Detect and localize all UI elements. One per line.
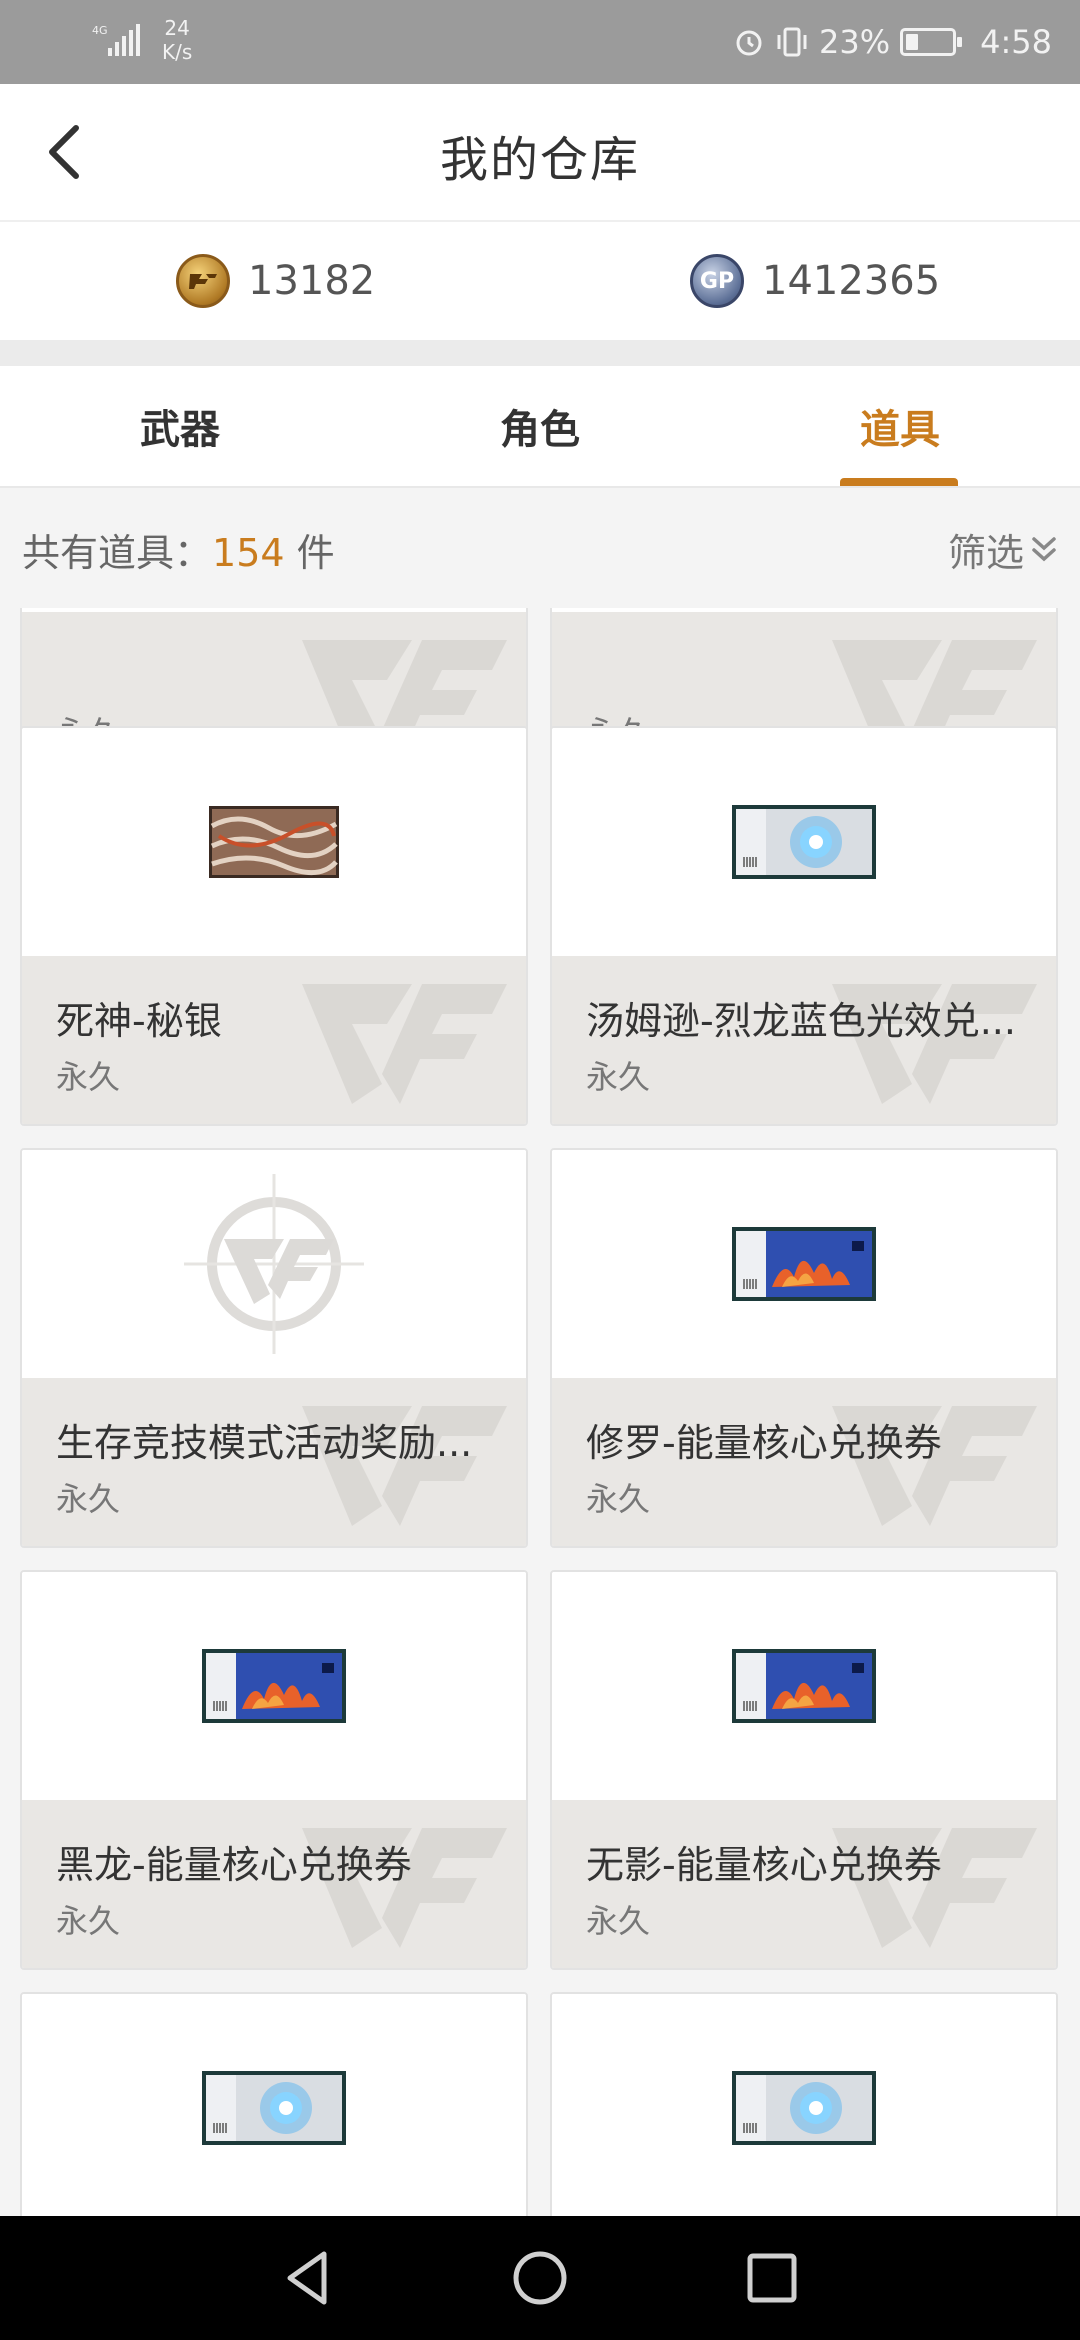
tab-characters[interactable]: 角色 <box>360 366 720 486</box>
ticket-flame-icon <box>732 1649 876 1723</box>
item-card[interactable]: 死神-秘银 永久 <box>20 726 528 1126</box>
system-nav-bar <box>0 2216 1080 2340</box>
gp-coin-icon: GP <box>690 254 744 308</box>
item-name: 黑龙-能量核心兑换券 <box>56 1843 412 1887</box>
status-bar: 4G 24 K/s 23% 4:58 <box>0 0 1080 84</box>
network-speed: 24 K/s <box>162 16 192 64</box>
item-card[interactable]: 汤姆逊-烈龙蓝色光效兑... 永久 <box>550 726 1058 1126</box>
item-name: 无影-能量核心兑换券 <box>586 1843 942 1887</box>
item-duration: 永久 <box>586 1902 651 1940</box>
item-count-number: 154 <box>212 531 285 575</box>
section-divider <box>0 340 1080 366</box>
cf-points-value: 13182 <box>248 258 376 304</box>
app-header: 我的仓库 <box>0 84 1080 220</box>
gp-points: GP 1412365 <box>690 254 940 308</box>
item-duration: 永久 <box>586 1058 651 1096</box>
item-name: 修罗-能量核心兑换券 <box>586 1421 942 1465</box>
ticket-blue-glow-icon <box>202 2071 346 2145</box>
item-summary-bar: 共有道具：154 件 筛选 <box>0 488 1080 608</box>
currency-bar: 13182 GP 1412365 <box>0 220 1080 340</box>
item-card[interactable]: 修罗-能量核心兑换券 永久 <box>550 1148 1058 1548</box>
tab-weapons[interactable]: 武器 <box>0 366 360 486</box>
item-duration: 永久 <box>586 1480 651 1518</box>
speed-unit: K/s <box>162 40 193 64</box>
network-type: 4G <box>92 24 108 37</box>
item-card[interactable] <box>20 1992 528 2216</box>
item-count: 共有道具：154 件 <box>22 531 335 575</box>
item-card[interactable]: 黑龙-能量核心兑换券 永久 <box>20 1570 528 1970</box>
nav-home-icon[interactable] <box>508 2246 572 2310</box>
alarm-icon <box>736 30 762 56</box>
cf-points: 13182 <box>176 254 375 308</box>
ticket-blue-glow-icon <box>732 2071 876 2145</box>
item-name: 汤姆逊-烈龙蓝色光效兑... <box>586 999 1016 1043</box>
item-card[interactable]: 无影-能量核心兑换券 永久 <box>550 1570 1058 1970</box>
ticket-flame-icon <box>202 1649 346 1723</box>
active-tab-indicator <box>840 478 958 486</box>
battery-icon <box>900 28 963 56</box>
page-title: 我的仓库 <box>439 132 640 188</box>
tab-items[interactable]: 道具 <box>720 366 1080 486</box>
double-chevron-down-icon <box>1032 536 1056 561</box>
item-duration: 永久 <box>56 1902 121 1940</box>
item-name: 死神-秘银 <box>56 999 222 1043</box>
weapon-skin-silver-icon <box>209 806 339 878</box>
item-grid: 永久 永久 死神-秘银 永久 <box>0 608 1080 2216</box>
nav-back-icon[interactable] <box>276 2246 340 2310</box>
item-name: 生存竞技模式活动奖励... <box>56 1421 473 1465</box>
item-card[interactable]: 生存竞技模式活动奖励... 永久 <box>20 1148 528 1548</box>
clock: 4:58 <box>980 23 1052 61</box>
category-tabs: 武器 角色 道具 <box>0 366 1080 488</box>
speed-value: 24 <box>164 16 190 40</box>
signal-icon: 4G <box>92 24 140 56</box>
cf-placeholder-logo-icon <box>184 1174 364 1354</box>
item-duration: 永久 <box>56 1058 121 1096</box>
item-duration: 永久 <box>56 1480 121 1518</box>
nav-recents-icon[interactable] <box>740 2246 804 2310</box>
filter-button[interactable]: 筛选 <box>948 522 1058 577</box>
ticket-flame-icon <box>732 1227 876 1301</box>
vibrate-icon <box>777 27 807 57</box>
ticket-blue-glow-icon <box>732 805 876 879</box>
item-card[interactable] <box>550 1992 1058 2216</box>
battery-percent: 23% <box>819 23 891 61</box>
cf-coin-icon <box>176 254 230 308</box>
gp-points-value: 1412365 <box>762 258 941 304</box>
